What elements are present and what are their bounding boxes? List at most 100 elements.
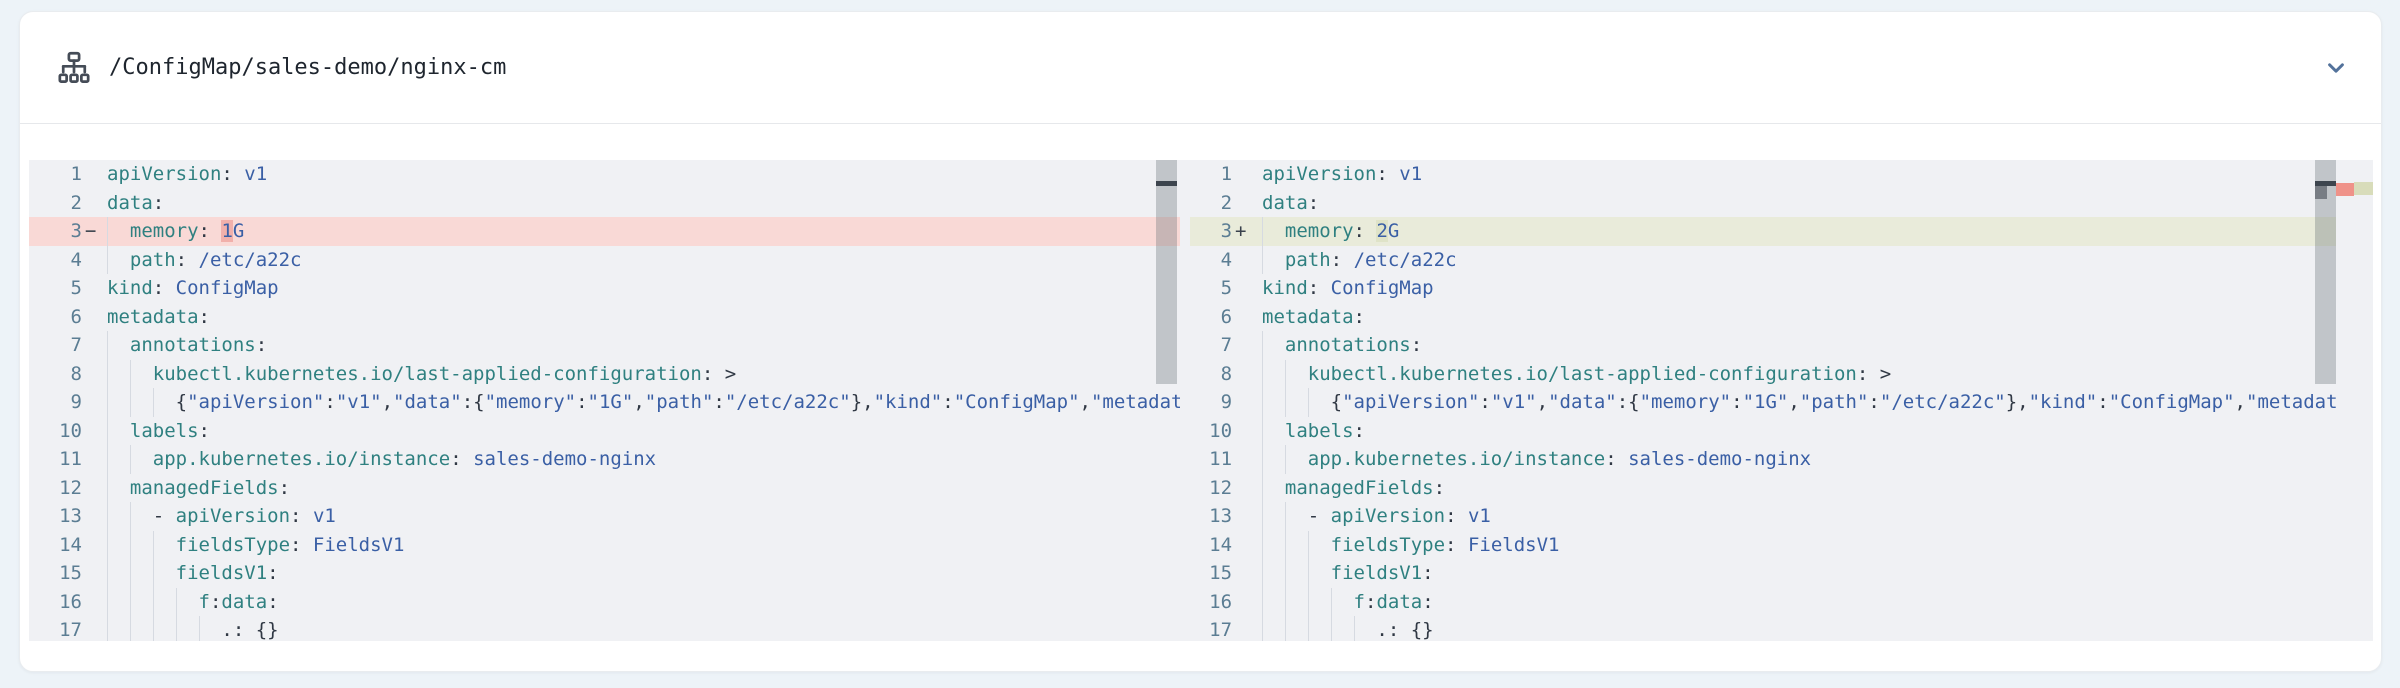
code-lines: 1apiVersion: v12data:3− memory: 1G4 path… xyxy=(29,160,1180,641)
code-line[interactable]: 7 annotations: xyxy=(1190,331,2373,360)
code-line[interactable]: 3− memory: 1G xyxy=(29,217,1180,246)
line-number: 17 xyxy=(29,616,82,641)
code-line[interactable]: 12 managedFields: xyxy=(29,474,1180,503)
code-line[interactable]: 12 managedFields: xyxy=(1190,474,2373,503)
line-number: 17 xyxy=(1190,616,1232,641)
indent-guide xyxy=(107,331,108,360)
indent-guide xyxy=(1285,360,1286,389)
code-text: managedFields: xyxy=(1262,474,2373,503)
scrollbar-thumb[interactable] xyxy=(1156,160,1177,384)
code-text: kubectl.kubernetes.io/last-applied-confi… xyxy=(107,360,1180,389)
code-line[interactable]: 17 .: {} xyxy=(29,616,1180,641)
line-number: 16 xyxy=(1190,588,1232,617)
line-number: 9 xyxy=(1190,388,1232,417)
code-line[interactable]: 13 - apiVersion: v1 xyxy=(1190,502,2373,531)
code-line[interactable]: 9 {"apiVersion":"v1","data":{"memory":"1… xyxy=(29,388,1180,417)
code-line[interactable]: 8 kubectl.kubernetes.io/last-applied-con… xyxy=(29,360,1180,389)
code-line[interactable]: 14 fieldsType: FieldsV1 xyxy=(1190,531,2373,560)
indent-guide xyxy=(107,474,108,503)
line-number: 1 xyxy=(29,160,82,189)
code-line[interactable]: 9 {"apiVersion":"v1","data":{"memory":"1… xyxy=(1190,388,2373,417)
indent-guide xyxy=(153,388,154,417)
code-line[interactable]: 15 fieldsV1: xyxy=(29,559,1180,588)
code-text: - apiVersion: v1 xyxy=(1262,502,2373,531)
code-text: kind: ConfigMap xyxy=(107,274,1180,303)
code-text: data: xyxy=(107,189,1180,218)
indent-guide xyxy=(1262,388,1263,417)
line-number: 9 xyxy=(29,388,82,417)
code-text: memory: 2G xyxy=(1262,217,2373,246)
code-line[interactable]: 13 - apiVersion: v1 xyxy=(29,502,1180,531)
code-line[interactable]: 17 .: {} xyxy=(1190,616,2373,641)
page-title: /ConfigMap/sales-demo/nginx-cm xyxy=(109,55,506,80)
indent-guide xyxy=(153,616,154,641)
indent-guide xyxy=(130,531,131,560)
indent-guide xyxy=(107,417,108,446)
code-line[interactable]: 3+ memory: 2G xyxy=(1190,217,2373,246)
code-text: metadata: xyxy=(1262,303,2373,332)
code-line[interactable]: 11 app.kubernetes.io/instance: sales-dem… xyxy=(29,445,1180,474)
indent-guide xyxy=(1262,588,1263,617)
code-line[interactable]: 16 f:data: xyxy=(29,588,1180,617)
code-text: - apiVersion: v1 xyxy=(107,502,1180,531)
line-number: 6 xyxy=(1190,303,1232,332)
line-number: 12 xyxy=(1190,474,1232,503)
indent-guide xyxy=(107,246,108,275)
card-header: /ConfigMap/sales-demo/nginx-cm xyxy=(20,12,2381,124)
line-number: 5 xyxy=(29,274,82,303)
code-text: .: {} xyxy=(107,616,1180,641)
indent-guide xyxy=(107,502,108,531)
scrollbar-thumb[interactable] xyxy=(2315,160,2336,384)
indent-guide xyxy=(1308,531,1309,560)
code-line[interactable]: 5kind: ConfigMap xyxy=(1190,274,2373,303)
original-vertical-scrollbar[interactable] xyxy=(1156,160,1177,641)
indent-guide xyxy=(130,360,131,389)
modified-vertical-scrollbar[interactable] xyxy=(2315,160,2336,641)
code-text: kind: ConfigMap xyxy=(1262,274,2373,303)
diff-overview-ruler[interactable] xyxy=(2336,160,2373,641)
line-number: 12 xyxy=(29,474,82,503)
indent-guide xyxy=(107,531,108,560)
line-number: 11 xyxy=(29,445,82,474)
code-text: app.kubernetes.io/instance: sales-demo-n… xyxy=(1262,445,2373,474)
code-line[interactable]: 4 path: /etc/a22c xyxy=(1190,246,2373,275)
indent-guide xyxy=(1262,217,1263,246)
code-line[interactable]: 2data: xyxy=(1190,189,2373,218)
code-line[interactable]: 6metadata: xyxy=(29,303,1180,332)
code-line[interactable]: 2data: xyxy=(29,189,1180,218)
indent-guide xyxy=(107,388,108,417)
code-line[interactable]: 5 kind: ConfigMap xyxy=(29,274,1180,303)
line-number: 8 xyxy=(29,360,82,389)
indent-guide xyxy=(107,217,108,246)
code-text: fieldsV1: xyxy=(107,559,1180,588)
code-line[interactable]: 16 f:data: xyxy=(1190,588,2373,617)
code-text: metadata: xyxy=(107,303,1180,332)
code-line[interactable]: 10 labels: xyxy=(29,417,1180,446)
code-text: {"apiVersion":"v1","data":{"memory":"1G"… xyxy=(1262,388,2373,417)
code-text: path: /etc/a22c xyxy=(1262,246,2373,275)
code-line[interactable]: 4 path: /etc/a22c xyxy=(29,246,1180,275)
line-number: 13 xyxy=(1190,502,1232,531)
code-line[interactable]: 15 fieldsV1: xyxy=(1190,559,2373,588)
code-line[interactable]: 10 labels: xyxy=(1190,417,2373,446)
chevron-down-icon[interactable] xyxy=(2325,57,2347,79)
code-text: annotations: xyxy=(1262,331,2373,360)
code-line[interactable]: 14 fieldsType: FieldsV1 xyxy=(29,531,1180,560)
code-text: labels: xyxy=(1262,417,2373,446)
diff-pane-original: 1apiVersion: v12data:3− memory: 1G4 path… xyxy=(29,160,1180,641)
overview-change-marker xyxy=(2315,186,2327,199)
code-line[interactable]: 11 app.kubernetes.io/instance: sales-dem… xyxy=(1190,445,2373,474)
indent-guide xyxy=(1308,559,1309,588)
indent-guide xyxy=(1262,616,1263,641)
code-line[interactable]: 1apiVersion: v1 xyxy=(29,160,1180,189)
indent-guide xyxy=(130,616,131,641)
code-line[interactable]: 6 metadata: xyxy=(1190,303,2373,332)
indent-guide xyxy=(130,388,131,417)
indent-guide xyxy=(1285,559,1286,588)
code-line[interactable]: 7 annotations: xyxy=(29,331,1180,360)
code-line[interactable]: 1apiVersion: v1 xyxy=(1190,160,2373,189)
indent-guide xyxy=(153,559,154,588)
code-line[interactable]: 8 kubectl.kubernetes.io/last-applied-con… xyxy=(1190,360,2373,389)
diff-editor: 1apiVersion: v12data:3− memory: 1G4 path… xyxy=(29,160,2373,641)
indent-guide xyxy=(1262,445,1263,474)
